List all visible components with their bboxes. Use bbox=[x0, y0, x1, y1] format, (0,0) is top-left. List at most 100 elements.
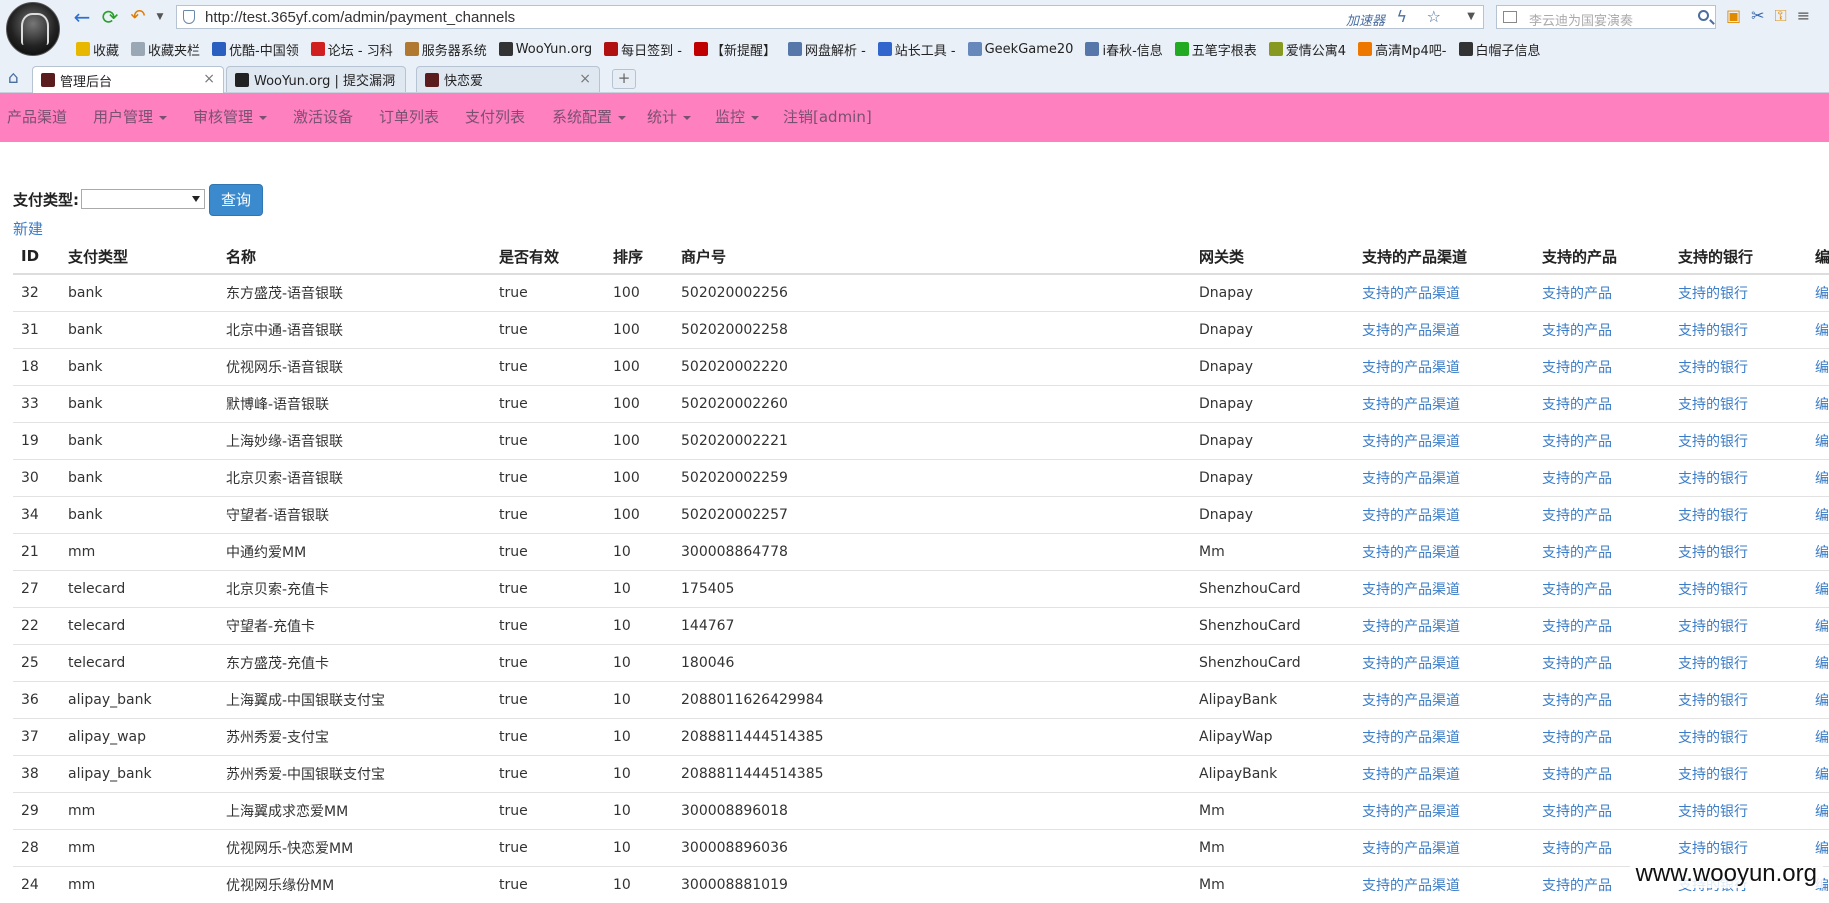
supported-channels-link[interactable]: 支持的产品渠道 bbox=[1354, 793, 1534, 830]
close-icon[interactable]: × bbox=[579, 71, 591, 87]
supported-banks-link[interactable]: 支持的银行 bbox=[1670, 349, 1807, 386]
supported-products-link[interactable]: 支持的产品 bbox=[1534, 460, 1670, 497]
supported-products-link[interactable]: 支持的产品 bbox=[1534, 719, 1670, 756]
payment-type-select[interactable] bbox=[81, 189, 205, 209]
supported-banks-link[interactable]: 支持的银行 bbox=[1670, 793, 1807, 830]
bookmark-item[interactable]: 【新提醒】 bbox=[688, 40, 782, 59]
supported-products-link[interactable]: 支持的产品 bbox=[1534, 756, 1670, 793]
supported-channels-link[interactable]: 支持的产品渠道 bbox=[1354, 497, 1534, 534]
nav-item[interactable]: 统计 bbox=[647, 93, 691, 142]
supported-products-link[interactable]: 支持的产品 bbox=[1534, 497, 1670, 534]
supported-products-link[interactable]: 支持的产品 bbox=[1534, 386, 1670, 423]
supported-channels-link[interactable]: 支持的产品渠道 bbox=[1354, 274, 1534, 312]
address-bar[interactable]: http://test.365yf.com/admin/payment_chan… bbox=[176, 5, 1484, 29]
nav-item[interactable]: 激活设备 bbox=[293, 93, 353, 142]
supported-banks-link[interactable]: 支持的银行 bbox=[1670, 312, 1807, 349]
home-icon[interactable]: ⌂ bbox=[8, 69, 26, 87]
star-icon[interactable]: ☆ bbox=[1427, 7, 1441, 26]
tab-wooyun[interactable]: WooYun.org | 提交漏洞 × bbox=[226, 66, 406, 92]
supported-banks-link[interactable]: 支持的银行 bbox=[1670, 608, 1807, 645]
nav-item[interactable]: 用户管理 bbox=[93, 93, 167, 142]
new-tab-button[interactable]: + bbox=[612, 69, 636, 89]
supported-products-link[interactable]: 支持的产品 bbox=[1534, 312, 1670, 349]
supported-banks-link[interactable]: 支持的银行 bbox=[1670, 756, 1807, 793]
supported-banks-link[interactable]: 支持的银行 bbox=[1670, 386, 1807, 423]
supported-banks-link[interactable]: 支持的银行 bbox=[1670, 682, 1807, 719]
edit-link[interactable]: 编 bbox=[1807, 534, 1829, 571]
supported-products-link[interactable]: 支持的产品 bbox=[1534, 608, 1670, 645]
edit-link[interactable]: 编 bbox=[1807, 386, 1829, 423]
edit-link[interactable]: 编 bbox=[1807, 682, 1829, 719]
search-box[interactable]: 李云迪为国宴演奏 bbox=[1496, 5, 1716, 29]
supported-products-link[interactable]: 支持的产品 bbox=[1534, 682, 1670, 719]
edit-link[interactable]: 编 bbox=[1807, 756, 1829, 793]
menu-icon[interactable]: ≡ bbox=[1797, 6, 1810, 26]
supported-channels-link[interactable]: 支持的产品渠道 bbox=[1354, 386, 1534, 423]
browser-logo-icon[interactable] bbox=[6, 2, 60, 56]
accelerator-label[interactable]: 加速器 bbox=[1346, 10, 1385, 29]
bookmark-item[interactable]: 白帽子信息 bbox=[1453, 40, 1547, 59]
lightning-icon[interactable]: ϟ bbox=[1396, 7, 1407, 26]
tab-admin[interactable]: 管理后台 × bbox=[32, 66, 224, 93]
supported-banks-link[interactable]: 支持的银行 bbox=[1670, 534, 1807, 571]
bookmark-item[interactable]: 高清Mp4吧- bbox=[1352, 40, 1452, 59]
edit-link[interactable]: 编 bbox=[1807, 571, 1829, 608]
supported-channels-link[interactable]: 支持的产品渠道 bbox=[1354, 608, 1534, 645]
supported-banks-link[interactable]: 支持的银行 bbox=[1670, 571, 1807, 608]
sidebar-icon[interactable]: ▣ bbox=[1726, 6, 1741, 26]
back-icon[interactable]: ← bbox=[70, 6, 94, 28]
supported-products-link[interactable]: 支持的产品 bbox=[1534, 349, 1670, 386]
bookmark-item[interactable]: 收藏夹栏 bbox=[125, 40, 206, 59]
supported-channels-link[interactable]: 支持的产品渠道 bbox=[1354, 349, 1534, 386]
nav-item[interactable]: 产品渠道 bbox=[7, 93, 67, 142]
undo-icon[interactable]: ↶ bbox=[126, 6, 150, 28]
supported-products-link[interactable]: 支持的产品 bbox=[1534, 571, 1670, 608]
key-icon[interactable]: ⚿ bbox=[1775, 6, 1787, 26]
bookmark-item[interactable]: 收藏 bbox=[70, 40, 125, 59]
edit-link[interactable]: 编 bbox=[1807, 460, 1829, 497]
scissors-icon[interactable]: ✂ bbox=[1751, 6, 1764, 26]
edit-link[interactable]: 编 bbox=[1807, 793, 1829, 830]
supported-channels-link[interactable]: 支持的产品渠道 bbox=[1354, 534, 1534, 571]
edit-link[interactable]: 编 bbox=[1807, 497, 1829, 534]
nav-item[interactable]: 监控 bbox=[715, 93, 759, 142]
edit-link[interactable]: 编 bbox=[1807, 645, 1829, 682]
supported-channels-link[interactable]: 支持的产品渠道 bbox=[1354, 312, 1534, 349]
bookmark-item[interactable]: 优酷-中国领 bbox=[206, 40, 305, 59]
undo-dropdown-icon[interactable]: ▼ bbox=[148, 6, 172, 28]
supported-products-link[interactable]: 支持的产品 bbox=[1534, 793, 1670, 830]
edit-link[interactable]: 编 bbox=[1807, 349, 1829, 386]
tab-kuailianai[interactable]: 快恋爱 × bbox=[416, 66, 600, 92]
supported-banks-link[interactable]: 支持的银行 bbox=[1670, 460, 1807, 497]
supported-channels-link[interactable]: 支持的产品渠道 bbox=[1354, 719, 1534, 756]
supported-products-link[interactable]: 支持的产品 bbox=[1534, 534, 1670, 571]
edit-link[interactable]: 编 bbox=[1807, 608, 1829, 645]
search-engine-icon[interactable] bbox=[1503, 11, 1517, 23]
bookmark-item[interactable]: 每日签到 - bbox=[598, 40, 688, 59]
supported-banks-link[interactable]: 支持的银行 bbox=[1670, 719, 1807, 756]
supported-banks-link[interactable]: 支持的银行 bbox=[1670, 645, 1807, 682]
supported-channels-link[interactable]: 支持的产品渠道 bbox=[1354, 423, 1534, 460]
bookmark-item[interactable]: 网盘解析 - bbox=[782, 40, 872, 59]
supported-channels-link[interactable]: 支持的产品渠道 bbox=[1354, 682, 1534, 719]
search-icon[interactable] bbox=[1698, 10, 1709, 21]
nav-item[interactable]: 订单列表 bbox=[379, 93, 439, 142]
address-url[interactable]: http://test.365yf.com/admin/payment_chan… bbox=[205, 9, 515, 26]
new-channel-link[interactable]: 新建 bbox=[13, 218, 43, 239]
close-icon[interactable]: × bbox=[385, 71, 397, 87]
bookmark-item[interactable]: 爱情公寓4 bbox=[1263, 40, 1352, 59]
bookmark-item[interactable]: 五笔字根表 bbox=[1169, 40, 1263, 59]
nav-item[interactable]: 支付列表 bbox=[465, 93, 525, 142]
nav-item[interactable]: 审核管理 bbox=[193, 93, 267, 142]
bookmark-item[interactable]: 站长工具 - bbox=[872, 40, 962, 59]
supported-channels-link[interactable]: 支持的产品渠道 bbox=[1354, 460, 1534, 497]
nav-item[interactable]: 系统配置 bbox=[552, 93, 626, 142]
bookmark-item[interactable]: GeekGame20 bbox=[962, 42, 1080, 57]
edit-link[interactable]: 编 bbox=[1807, 274, 1829, 312]
edit-link[interactable]: 编 bbox=[1807, 423, 1829, 460]
nav-item[interactable]: 注销[admin] bbox=[783, 93, 872, 142]
supported-banks-link[interactable]: 支持的银行 bbox=[1670, 497, 1807, 534]
supported-products-link[interactable]: 支持的产品 bbox=[1534, 423, 1670, 460]
supported-products-link[interactable]: 支持的产品 bbox=[1534, 645, 1670, 682]
query-button[interactable]: 查询 bbox=[209, 184, 263, 216]
